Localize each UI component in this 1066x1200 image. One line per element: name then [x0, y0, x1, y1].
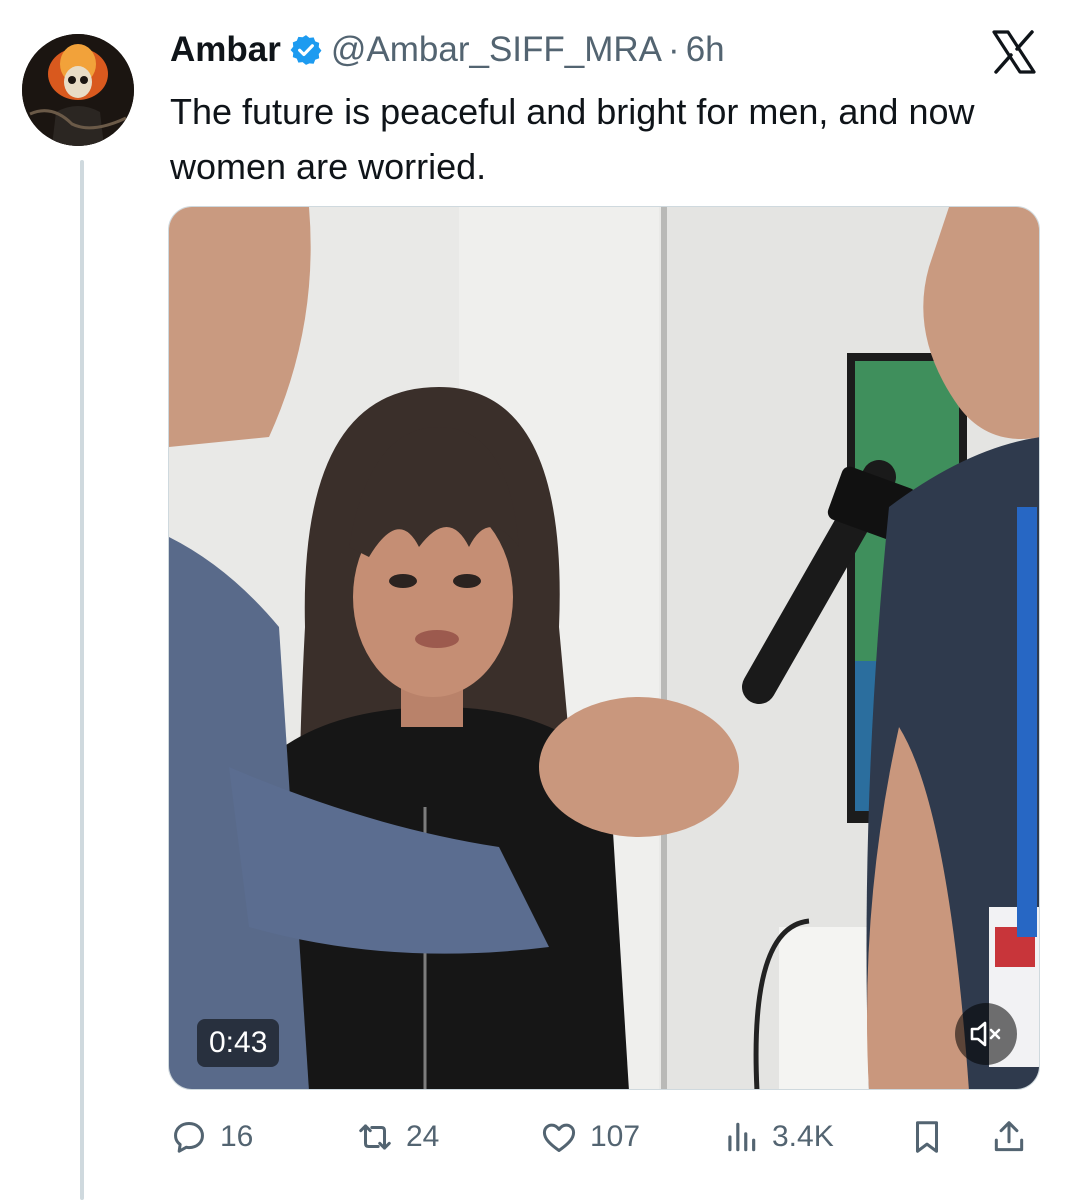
share-icon — [994, 1121, 1024, 1152]
repost-icon — [359, 1124, 391, 1150]
video-frame — [169, 207, 1039, 1089]
share-button[interactable] — [990, 1112, 1028, 1162]
verified-badge-icon — [290, 35, 322, 65]
like-button[interactable]: 107 — [540, 1112, 640, 1162]
bookmark-icon — [915, 1121, 939, 1153]
like-count: 107 — [590, 1120, 641, 1153]
tweet-text: The future is peaceful and bright for me… — [170, 91, 975, 187]
action-bar: 16 24 107 3.4K — [0, 1112, 1066, 1162]
timestamp[interactable]: 6h — [686, 30, 725, 70]
author-name[interactable]: Ambar — [170, 30, 281, 70]
thread-line — [80, 160, 84, 1200]
repost-count: 24 — [406, 1120, 440, 1153]
views-chart-icon — [728, 1122, 756, 1152]
x-logo-icon — [992, 30, 1036, 74]
avatar-image — [22, 34, 134, 146]
speaker-muted-icon — [970, 1021, 1001, 1047]
separator: · — [668, 30, 680, 69]
reply-icon — [174, 1122, 204, 1153]
repost-button[interactable]: 24 — [356, 1112, 439, 1162]
bookmark-button[interactable] — [908, 1112, 946, 1162]
views-button[interactable]: 3.4K — [722, 1112, 834, 1162]
video-player[interactable]: 0:43 — [168, 206, 1040, 1090]
heart-icon — [542, 1123, 576, 1152]
tweet-header: Ambar @Ambar_SIFF_MRA · 6h — [170, 28, 725, 72]
reply-button[interactable]: 16 — [170, 1112, 253, 1162]
video-duration: 0:43 — [197, 1019, 280, 1067]
reply-count: 16 — [220, 1120, 254, 1153]
mute-button[interactable] — [955, 1003, 1017, 1065]
author-handle[interactable]: @Ambar_SIFF_MRA — [331, 30, 662, 70]
avatar[interactable] — [22, 34, 134, 146]
view-count: 3.4K — [772, 1120, 834, 1153]
